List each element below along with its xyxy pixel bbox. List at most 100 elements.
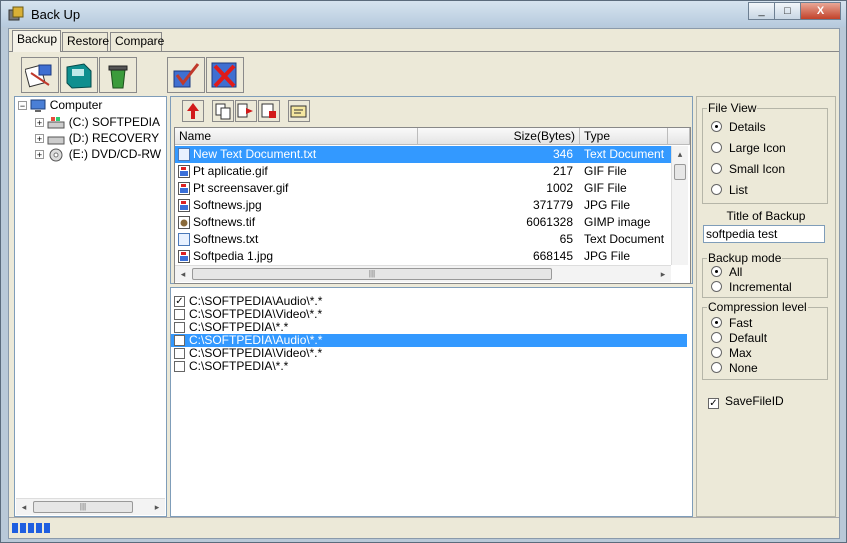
file-row[interactable]: Softnews.jpg 371779 JPG File <box>175 197 671 214</box>
hard-drive-icon <box>47 136 65 145</box>
scroll-right-arrow-icon[interactable]: ▸ <box>655 266 671 282</box>
tab-backup[interactable]: Backup <box>12 30 61 52</box>
radio-selected-icon[interactable] <box>711 266 722 277</box>
image-file-icon <box>178 182 190 195</box>
column-header-size[interactable]: Size(Bytes) <box>418 128 580 145</box>
cancel-button[interactable] <box>206 57 244 93</box>
file-list-horizontal-scrollbar[interactable]: ◂ ||| ▸ <box>175 265 671 282</box>
tree-label-drive-d: (D:) RECOVERY <box>68 131 160 145</box>
radio-selected-icon[interactable] <box>711 317 722 328</box>
backup-title-input[interactable] <box>703 225 825 243</box>
delete-files-icon <box>261 103 276 118</box>
scroll-left-arrow-icon[interactable]: ◂ <box>16 499 32 515</box>
file-type: GIF File <box>584 164 627 178</box>
file-view-option-list[interactable]: List <box>711 183 748 198</box>
scroll-right-arrow-icon[interactable]: ▸ <box>149 499 165 515</box>
delete-files-button[interactable] <box>258 100 280 122</box>
progress-block <box>28 523 34 533</box>
expand-icon[interactable]: + <box>35 150 44 160</box>
radio-selected-icon[interactable] <box>711 121 722 132</box>
radio-icon[interactable] <box>711 184 722 195</box>
properties-button[interactable] <box>288 100 310 122</box>
file-view-option-large-icon[interactable]: Large Icon <box>711 141 786 156</box>
file-view-option-small-icon[interactable]: Small Icon <box>711 162 785 177</box>
tree-label-drive-c: (C:) SOFTPEDIA <box>68 115 161 129</box>
compression-option-default[interactable]: Default <box>711 331 767 346</box>
move-files-button[interactable] <box>235 100 257 122</box>
tab-restore[interactable]: Restore <box>62 32 109 51</box>
up-folder-button[interactable] <box>182 100 204 122</box>
file-row[interactable]: Pt screensaver.gif 1002 GIF File <box>175 180 671 197</box>
backup-checkbox[interactable] <box>174 322 185 333</box>
backup-row[interactable]: C:\SOFTPEDIA\*.* <box>171 360 687 373</box>
progress-block <box>36 523 42 533</box>
file-row[interactable]: Softnews.tif 6061328 GIMP image <box>175 214 671 231</box>
file-row[interactable]: New Text Document.txt 346 Text Document <box>175 146 671 163</box>
file-list[interactable]: Name Size(Bytes) Type New Text Document.… <box>174 127 691 284</box>
backup-selection-list[interactable]: ✓ C:\SOFTPEDIA\Audio\*.* C:\SOFTPEDIA\Vi… <box>170 287 693 517</box>
backup-checkbox[interactable] <box>174 335 185 346</box>
file-list-hscroll-thumb[interactable]: ||| <box>192 268 552 280</box>
file-type: JPG File <box>584 198 631 212</box>
tree-item-drive-e[interactable]: + (E:) DVD/CD-RW <box>35 147 161 163</box>
backup-mode-label: Backup mode <box>707 251 783 265</box>
collapse-icon[interactable]: − <box>18 101 27 111</box>
image-file-icon <box>178 250 190 263</box>
radio-icon[interactable] <box>711 347 722 358</box>
save-file-id-checkbox[interactable]: ✓ <box>708 398 719 409</box>
trash-button[interactable] <box>99 57 137 93</box>
file-type: GIMP image <box>584 215 651 229</box>
compression-option-fast[interactable]: Fast <box>711 316 752 331</box>
backup-checkbox[interactable]: ✓ <box>174 296 185 307</box>
radio-icon[interactable] <box>711 163 722 174</box>
check-icon <box>173 63 200 88</box>
file-type: GIF File <box>584 181 627 195</box>
app-window: Back Up _ □ X Backup Restore Compare − C… <box>0 0 847 543</box>
expand-icon[interactable]: + <box>35 118 44 128</box>
gimp-file-icon <box>178 216 190 229</box>
tree-item-drive-d[interactable]: + (D:) RECOVERY <box>35 131 159 147</box>
expand-icon[interactable]: + <box>35 134 44 144</box>
radio-icon[interactable] <box>711 281 722 292</box>
column-header-name[interactable]: Name <box>175 128 418 145</box>
copy-files-button[interactable] <box>212 100 234 122</box>
radio-icon[interactable] <box>711 362 722 373</box>
start-backup-button[interactable] <box>167 57 205 93</box>
tree-item-drive-c[interactable]: + (C:) SOFTPEDIA <box>35 115 160 131</box>
dvd-drive-icon <box>49 148 63 162</box>
tab-compare[interactable]: Compare <box>110 32 164 51</box>
backup-wizard-button[interactable] <box>21 57 59 93</box>
compression-option-max[interactable]: Max <box>711 346 752 361</box>
radio-icon[interactable] <box>711 142 722 153</box>
column-header-type[interactable]: Type <box>580 128 668 145</box>
file-name: Softnews.txt <box>193 232 259 246</box>
backup-checkbox[interactable] <box>174 348 185 359</box>
folder-tree[interactable]: − Computer + (C:) SOFTPEDIA + (D:) RECOV… <box>14 96 167 517</box>
backup-checkbox[interactable] <box>174 309 185 320</box>
tree-item-computer[interactable]: − Computer <box>18 98 102 114</box>
file-row[interactable]: Pt aplicatie.gif 217 GIF File <box>175 163 671 180</box>
tree-scroll-thumb[interactable]: ||| <box>33 501 133 513</box>
file-list-vertical-scrollbar[interactable]: ▴ <box>671 146 688 265</box>
scroll-up-arrow-icon[interactable]: ▴ <box>672 146 688 162</box>
backup-checkbox[interactable] <box>174 361 185 372</box>
properties-icon <box>290 105 307 118</box>
drive-windows-icon <box>47 116 65 129</box>
maximize-button[interactable]: □ <box>774 2 801 20</box>
backup-mode-option-all[interactable]: All <box>711 265 742 280</box>
compression-option-none[interactable]: None <box>711 361 758 376</box>
file-view-option-details[interactable]: Details <box>711 120 766 135</box>
close-button[interactable]: X <box>800 2 841 20</box>
copy-files-icon <box>215 103 231 120</box>
minimize-button[interactable]: _ <box>748 2 775 20</box>
file-row[interactable]: Softnews.txt 65 Text Document <box>175 231 671 248</box>
file-name: Softnews.jpg <box>193 198 262 212</box>
save-backup-button[interactable] <box>60 57 98 93</box>
tree-horizontal-scrollbar[interactable]: ◂ ||| ▸ <box>16 498 165 515</box>
backup-mode-option-incremental[interactable]: Incremental <box>711 280 792 295</box>
save-file-id-row[interactable]: ✓ SaveFileID <box>708 394 784 409</box>
file-row[interactable]: Softpedia 1.jpg 668145 JPG File <box>175 248 671 265</box>
scroll-left-arrow-icon[interactable]: ◂ <box>175 266 191 282</box>
file-list-vscroll-thumb[interactable] <box>674 164 686 180</box>
radio-icon[interactable] <box>711 332 722 343</box>
